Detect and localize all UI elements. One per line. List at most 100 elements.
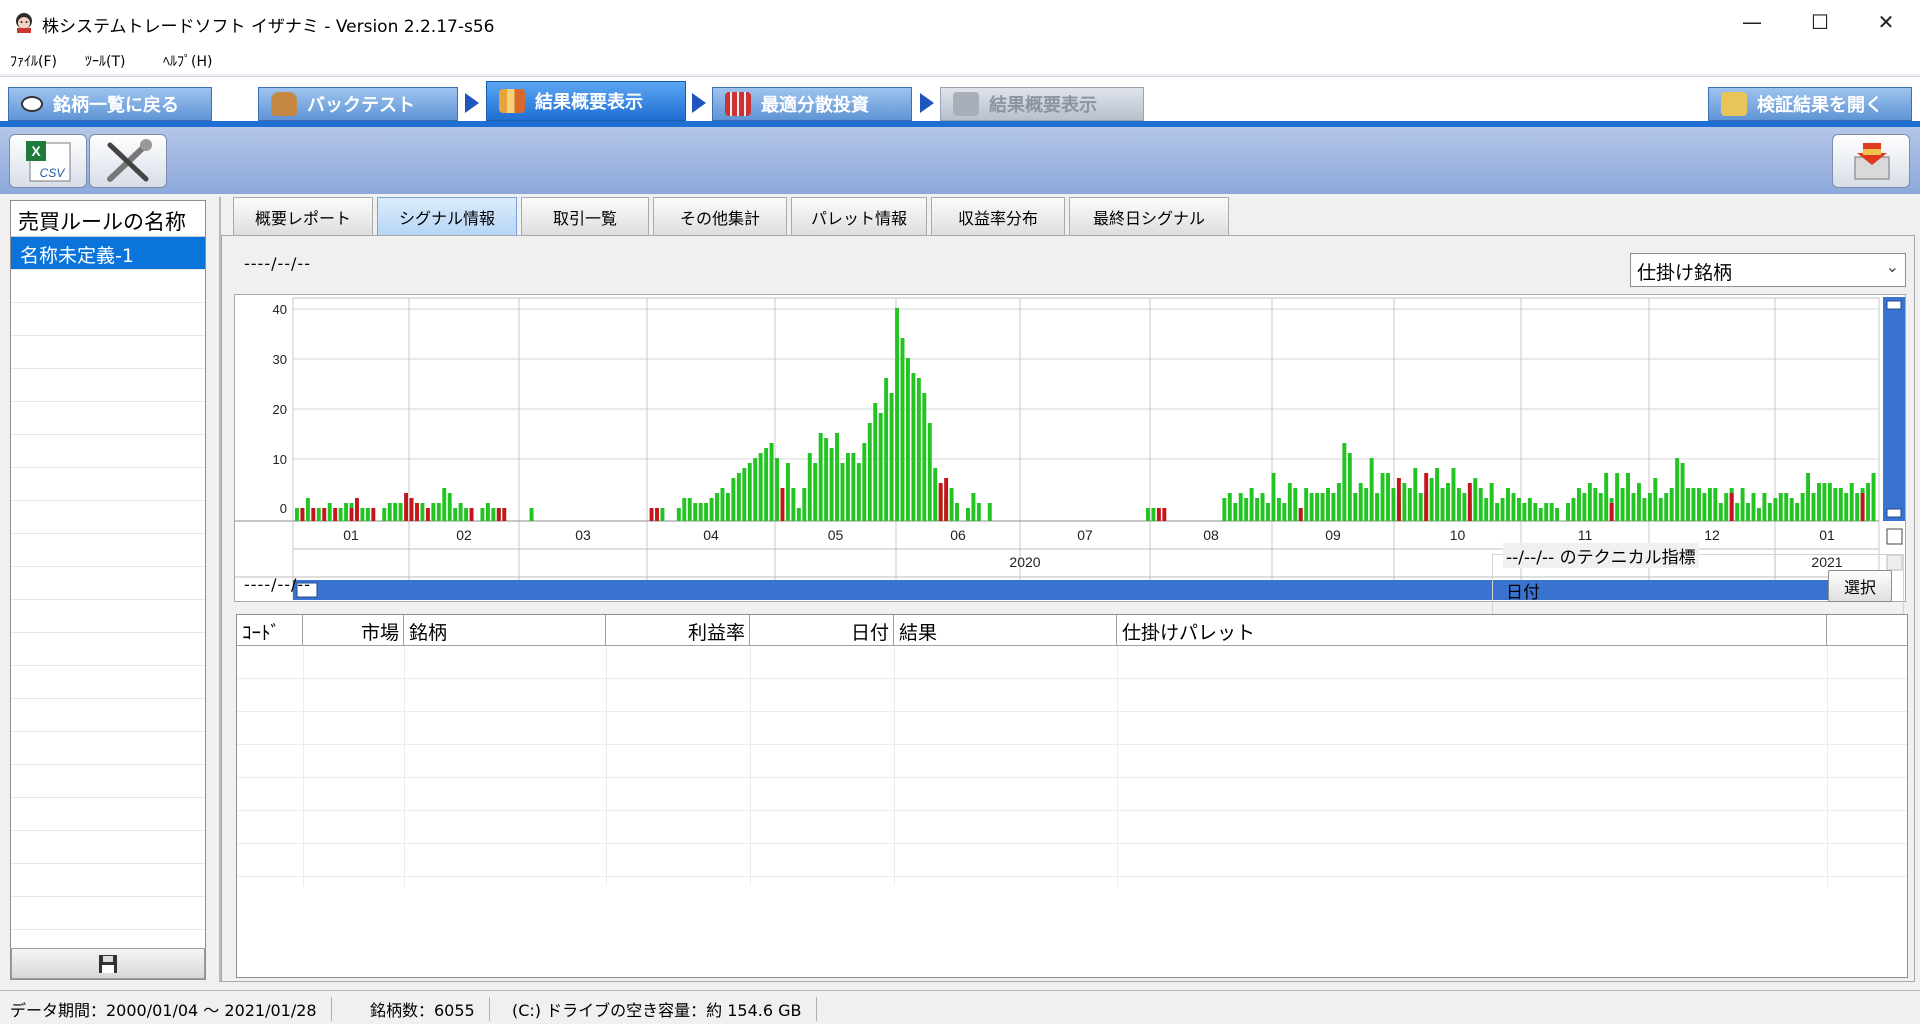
bar-green [1844, 493, 1849, 521]
menu-help[interactable]: ﾍﾙﾌﾟ(H) [163, 51, 212, 71]
bar-green [1636, 483, 1641, 521]
y-tick-label: 10 [273, 452, 287, 467]
bar-green [911, 373, 916, 521]
x-tick-label: 03 [575, 527, 591, 543]
menu-file[interactable]: ﾌｧｲﾙ(F) [10, 51, 57, 71]
flow-arrow-icon [920, 93, 934, 113]
bar-green [1707, 488, 1712, 521]
bar-green [1784, 493, 1789, 521]
bar-green [1516, 498, 1521, 521]
bar-red [415, 503, 419, 521]
x-tick-label: 10 [1450, 527, 1466, 543]
column-stock[interactable]: 銘柄 [404, 615, 606, 646]
bar-green [1533, 503, 1538, 521]
bar-red [1424, 473, 1429, 521]
column-date[interactable]: 日付 [750, 615, 894, 646]
x-tick-label: 07 [1077, 527, 1093, 543]
bar-red [1396, 478, 1401, 521]
column-market[interactable]: 市場 [303, 615, 404, 646]
tab-return-distribution[interactable]: 収益率分布 [931, 197, 1065, 235]
chart-icon [953, 92, 979, 116]
bar-green [393, 503, 398, 521]
bar-green [1402, 483, 1407, 521]
table-row [237, 712, 1907, 745]
tab-palette-info[interactable]: パレット情報 [791, 197, 927, 235]
bar-red [944, 478, 949, 521]
bar-green [1364, 488, 1369, 521]
bar-green [1347, 453, 1352, 521]
bar-green [971, 493, 976, 521]
bar-green [802, 488, 807, 521]
tab-other-stats[interactable]: その他集計 [653, 197, 787, 235]
tab-trade-list[interactable]: 取引一覧 [521, 197, 649, 235]
chart-icon [499, 89, 525, 113]
tab-final-day-signal[interactable]: 最終日シグナル [1069, 197, 1229, 235]
maximize-button[interactable]: ☐ [1786, 0, 1854, 46]
rule-list-item[interactable]: 名称未定義-1 [11, 237, 205, 270]
bar-green [878, 413, 883, 521]
column-entry-palette[interactable]: 仕掛けパレット [1117, 615, 1827, 646]
bar-red [425, 508, 430, 521]
column-code[interactable]: ｺｰﾄﾞ [237, 615, 303, 646]
minimize-button[interactable]: — [1718, 0, 1786, 46]
bar-green [791, 488, 796, 521]
x-tick-label: 11 [1578, 527, 1593, 543]
title-bar: 株システムトレードソフト イザナミ - Version 2.2.17-s56 —… [0, 0, 1920, 46]
bar-green [1473, 478, 1478, 521]
x-tick-label: 05 [828, 527, 844, 543]
column-return[interactable]: 利益率 [606, 615, 750, 646]
flow-tab-optimal-diversification[interactable]: 最適分散投資 [712, 87, 912, 121]
open-results-button[interactable]: 検証結果を開く [1708, 87, 1912, 121]
csv-export-button[interactable]: X CSV [9, 134, 87, 188]
bar-green [1631, 493, 1636, 521]
bar-red [1156, 508, 1161, 521]
flow-tab-results-summary[interactable]: 結果概要表示 [486, 81, 686, 121]
bar-green [736, 473, 741, 521]
bar-green [1320, 493, 1325, 521]
save-rule-button[interactable] [11, 948, 205, 979]
signal-tab-body: ----/--/-- 仕掛け銘柄 ⌄ 40 30 20 10 0 01 02 03 04 05 06… [221, 235, 1915, 982]
tab-signal-info[interactable]: シグナル情報 [377, 197, 517, 235]
bar-red [409, 498, 414, 521]
bar-green [764, 448, 769, 521]
bar-red [349, 508, 354, 521]
tools-settings-button[interactable] [89, 134, 167, 188]
x-tick-label: 01 [343, 527, 359, 543]
bar-green [1582, 493, 1587, 521]
bar-green [1816, 483, 1821, 521]
flow-tab-stock-list[interactable]: 銘柄一覧に戻る [8, 87, 212, 121]
stock-count-status: 銘柄数：6055 [370, 997, 490, 1021]
bar-green [365, 508, 370, 521]
bar-green [1418, 493, 1423, 521]
bar-green [338, 508, 343, 521]
bar-green [1587, 483, 1592, 521]
flow-tab-backtest[interactable]: バックテスト [258, 87, 458, 121]
app-logo-icon [16, 13, 32, 33]
dropdown-value: 仕掛け銘柄 [1637, 262, 1733, 284]
tab-overview-report[interactable]: 概要レポート [233, 197, 373, 235]
bar-green [1806, 473, 1811, 521]
export-results-button[interactable] [1832, 134, 1910, 188]
bar-green [747, 463, 752, 521]
close-button[interactable]: ✕ [1852, 0, 1920, 46]
menu-tools[interactable]: ﾂｰﾙ(T) [85, 51, 125, 71]
column-result[interactable]: 結果 [894, 615, 1117, 646]
signal-type-dropdown[interactable]: 仕掛け銘柄 ⌄ [1630, 253, 1906, 287]
y-tick-label: 40 [273, 302, 287, 317]
bar-green [1647, 493, 1652, 521]
select-button[interactable]: 選択 [1828, 570, 1892, 602]
bar-green [382, 508, 387, 521]
bar-green [1549, 503, 1554, 521]
bar-red [655, 508, 659, 521]
bar-green [682, 498, 687, 521]
bar-green [1827, 483, 1832, 521]
rule-list-empty-row [11, 699, 205, 732]
table-row [237, 745, 1907, 778]
bar-green [873, 403, 878, 521]
bar-red [469, 508, 474, 521]
bar-green [905, 358, 910, 521]
rule-list-empty-row [11, 633, 205, 666]
rule-list-empty-row [11, 567, 205, 600]
vertical-scroll-handle [1886, 300, 1902, 310]
bar-green [1746, 503, 1751, 521]
